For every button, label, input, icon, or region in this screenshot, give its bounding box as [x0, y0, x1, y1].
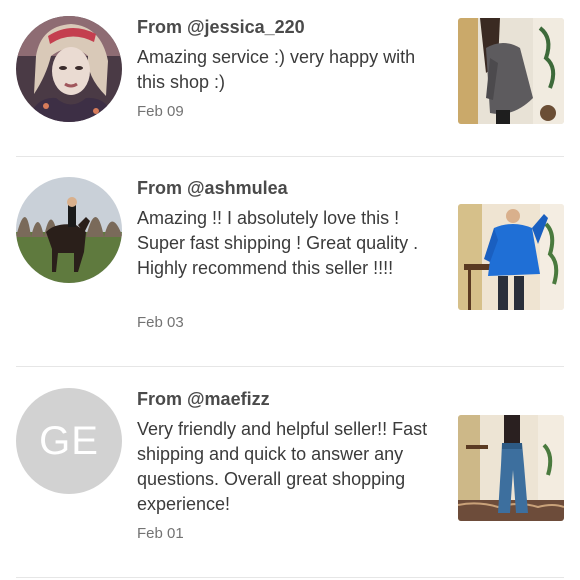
product-thumbnail[interactable] [458, 204, 564, 310]
review-date: Feb 01 [137, 525, 184, 542]
divider [16, 366, 564, 367]
review-text: Amazing service :) very happy with this … [137, 47, 416, 92]
product-thumbnail[interactable] [458, 415, 564, 521]
reviewer-handle[interactable]: From @ashmulea [137, 178, 288, 199]
review-text: Very friendly and helpful seller!! Fast … [137, 419, 428, 514]
avatar-initials: GE [39, 418, 99, 463]
reviewer-avatar[interactable]: GE [16, 388, 122, 494]
product-thumbnail[interactable] [458, 18, 564, 124]
reviewer-avatar[interactable] [16, 177, 122, 283]
divider [16, 156, 564, 157]
review-date: Feb 03 [137, 314, 184, 331]
reviewer-handle[interactable]: From @jessica_220 [137, 17, 305, 38]
review-text: Amazing !! I absolutely love this ! Supe… [137, 208, 419, 278]
reviewer-handle[interactable]: From @maefizz [137, 389, 270, 410]
divider [16, 577, 564, 578]
review-date: Feb 09 [137, 103, 184, 120]
reviewer-avatar[interactable] [16, 16, 122, 122]
